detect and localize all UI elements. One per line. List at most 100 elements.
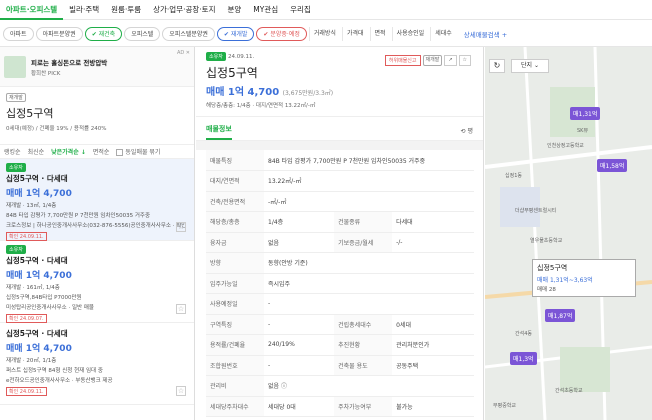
poi-label: 열우물초등학교 bbox=[530, 238, 563, 244]
filter-officetel-presale[interactable]: 오피스텔분양권 bbox=[162, 26, 215, 41]
nav-my[interactable]: MY관심 bbox=[247, 0, 284, 20]
listing-price: 매매 1억 4,700 bbox=[6, 344, 72, 354]
report-button[interactable]: 허위매물신고 bbox=[384, 55, 421, 66]
listing-agent: 미성탑리공인중개사사무소 · 일반 매물 bbox=[6, 305, 94, 311]
row-key: 조합원번호 bbox=[206, 355, 264, 376]
table-row: 융자금 없음 기보증금/월세 -/- bbox=[206, 232, 474, 253]
select-area[interactable]: 면적 bbox=[369, 26, 390, 41]
favorite-icon[interactable]: ☆ bbox=[458, 55, 471, 66]
row-value: 동향(안방 기준) bbox=[264, 252, 474, 274]
row-value: 240/19% bbox=[264, 334, 335, 356]
table-row: 입주가능일 즉시입주 bbox=[206, 273, 474, 294]
sort-area[interactable]: 면적순 bbox=[93, 147, 110, 156]
map-panel[interactable]: ↻ 단지 ⌄ 매1,31억 매1,58억 매1,87억 매1,3억 십정5구역 … bbox=[485, 47, 652, 420]
favorite-star-icon[interactable]: ☆ bbox=[176, 222, 186, 232]
table-row: 사용예정일 - bbox=[206, 293, 474, 315]
unit-toggle[interactable]: ⟲ 평 bbox=[461, 126, 473, 140]
detail-search-link[interactable]: 상세매물검색 + bbox=[458, 29, 507, 39]
row-value: -㎡/-㎡ bbox=[264, 191, 474, 212]
listing-agent: 크로스정보 | 하나공인중개사사무소(032-876-5556)공인중개사사무소… bbox=[6, 223, 188, 229]
favorite-star-icon[interactable]: ☆ bbox=[176, 304, 186, 314]
row-key: 구역특징 bbox=[206, 314, 264, 335]
sort-latest[interactable]: 최신순 bbox=[28, 147, 45, 156]
map-marker[interactable]: 매1,31억 bbox=[570, 107, 601, 120]
group-label: 동일매물 묶기 bbox=[125, 149, 161, 156]
filter-apt[interactable]: 아파트 bbox=[3, 26, 34, 41]
poi-label: 인천상정고등학교 bbox=[547, 143, 584, 149]
row-key: 입주가능일 bbox=[206, 273, 264, 294]
tab-info[interactable]: 매물정보 bbox=[206, 124, 232, 140]
select-approval[interactable]: 사용승인일 bbox=[391, 26, 429, 41]
ad-banner[interactable]: 피로는 홀싱돈으로 전방압박 황희찬 PICK AD ✕ bbox=[0, 47, 194, 87]
table-row: 해당층/총층 1/4층 건물종류 다세대 bbox=[206, 211, 474, 233]
filter-presale-soon[interactable]: ✔ 분양중·예정 bbox=[256, 26, 307, 41]
select-households[interactable]: 세대수 bbox=[430, 26, 456, 41]
map-select[interactable]: 단지 ⌄ bbox=[511, 59, 549, 73]
listing-item[interactable]: 십정5구역 · 다세대 매매 1억 4,700 재개발 · 20㎡, 1/1층 … bbox=[0, 323, 194, 405]
detail-ppm: (3,675만원/3.3㎡) bbox=[282, 90, 334, 97]
summary-title[interactable]: 십정5구역 bbox=[6, 105, 188, 121]
detail-badge: 재개발 bbox=[422, 55, 443, 66]
filter-rebuild[interactable]: ✔ 재건축 bbox=[84, 26, 123, 41]
listing-title: 십정5구역 · 다세대 bbox=[6, 256, 68, 265]
sort-lowprice[interactable]: 낮은가격순 ↓ bbox=[51, 147, 86, 156]
nav-commercial[interactable]: 상가·업무·공장·토지 bbox=[147, 0, 221, 20]
row-key: 대지/연면적 bbox=[206, 170, 264, 192]
table-row: 방향 동향(안방 기준) bbox=[206, 252, 474, 274]
detail-panel: 소유자 24.09.11. 십정5구역 매매 1억 4,700 (3,675만원… bbox=[196, 47, 484, 420]
row-key: 매물특징 bbox=[206, 150, 264, 171]
nav-presale[interactable]: 분양 bbox=[221, 0, 247, 20]
top-nav: 아파트·오피스텔 빌라·주택 원룸·투룸 상가·업무·공장·토지 분양 MY관심… bbox=[0, 0, 652, 20]
filter-apt-presale[interactable]: 아파트분양권 bbox=[35, 26, 83, 41]
poi-label: 부평중학교 bbox=[493, 403, 517, 409]
poi-label: SK뷰 bbox=[577, 128, 589, 134]
poi-label: 간석초등학교 bbox=[555, 388, 583, 394]
map-popup[interactable]: 십정5구역 매매 1,31억~3,63억 매매 28 bbox=[532, 259, 636, 297]
ad-image bbox=[4, 55, 26, 78]
favorite-star-icon[interactable]: ☆ bbox=[176, 386, 186, 396]
filter-officetel[interactable]: 오피스텔 bbox=[124, 26, 161, 41]
listing-title: 십정5구역 · 다세대 bbox=[6, 174, 68, 183]
row-value: 다세대 bbox=[392, 211, 474, 233]
listing-title: 십정5구역 · 다세대 bbox=[6, 329, 68, 338]
popup-price: 매매 1,31억~3,63억 bbox=[537, 277, 593, 284]
nav-villa[interactable]: 빌라·주택 bbox=[63, 0, 105, 20]
row-value: 없음 bbox=[264, 232, 335, 253]
confirm-date: 확인 24.09.07. bbox=[6, 314, 47, 323]
detail-price-value: 매매 1억 4,700 bbox=[206, 87, 280, 98]
row-value: 세대당 0대 bbox=[264, 396, 335, 417]
listing-item[interactable]: 소유자 십정5구역 · 다세대 매매 1억 4,700 재개발 · 161㎡, … bbox=[0, 241, 194, 323]
share-icon[interactable]: ↗ bbox=[444, 55, 457, 66]
listing-price: 매매 1억 4,700 bbox=[6, 189, 72, 199]
listing-item[interactable]: 소유자 십정5구역 · 다세대 매매 1억 4,700 재개발 · 13㎡, 1… bbox=[0, 159, 194, 241]
nav-apt[interactable]: 아파트·오피스텔 bbox=[0, 0, 64, 20]
listing-spec: 재개발 · 13㎡, 1/4층 bbox=[6, 203, 57, 209]
nav-oneroom[interactable]: 원룸·투룸 bbox=[105, 0, 147, 20]
row-key: 기보증금/월세 bbox=[334, 232, 393, 253]
checkbox-icon bbox=[116, 149, 124, 156]
filter-redevelop[interactable]: ✔ 재개발 bbox=[216, 26, 255, 41]
map-marker[interactable]: 매1,58억 bbox=[597, 159, 628, 172]
row-key: 관리비 bbox=[206, 375, 264, 397]
map-marker[interactable]: 매1,3억 bbox=[510, 352, 537, 365]
select-trade[interactable]: 거래방식 bbox=[308, 26, 340, 41]
group-checkbox[interactable]: 동일매물 묶기 bbox=[116, 147, 160, 156]
ad-close[interactable]: AD ✕ bbox=[177, 50, 190, 56]
row-value: 1/4층 bbox=[264, 211, 335, 233]
row-key: 용적률/건폐율 bbox=[206, 334, 264, 356]
sort-ranking[interactable]: 랭킹순 bbox=[4, 147, 21, 156]
filter-redevelop-label: 재개발 bbox=[230, 30, 248, 38]
detail-owner-tag: 소유자 bbox=[206, 52, 226, 61]
nav-myhome[interactable]: 우리집 bbox=[284, 0, 317, 20]
map-marker[interactable]: 매1,87억 bbox=[545, 309, 576, 322]
select-price[interactable]: 가격대 bbox=[341, 26, 368, 41]
refresh-icon[interactable]: ↻ bbox=[489, 59, 505, 73]
detail-sub: 해당층/총층: 1/4층 · 대지/연면적 13.22㎡/-㎡ bbox=[206, 103, 316, 109]
owner-tag: 소유자 bbox=[6, 163, 26, 172]
poi-label: 더샵부평센트럴시티 bbox=[515, 208, 557, 214]
row-key: 융자금 bbox=[206, 232, 264, 253]
row-key: 방향 bbox=[206, 252, 264, 274]
confirm-date: 확인 24.09.11. bbox=[6, 232, 47, 241]
ad-title: 피로는 홀싱돈으로 전방압박 bbox=[31, 58, 108, 67]
table-row: 관리비 없음 ⓘ bbox=[206, 375, 474, 397]
